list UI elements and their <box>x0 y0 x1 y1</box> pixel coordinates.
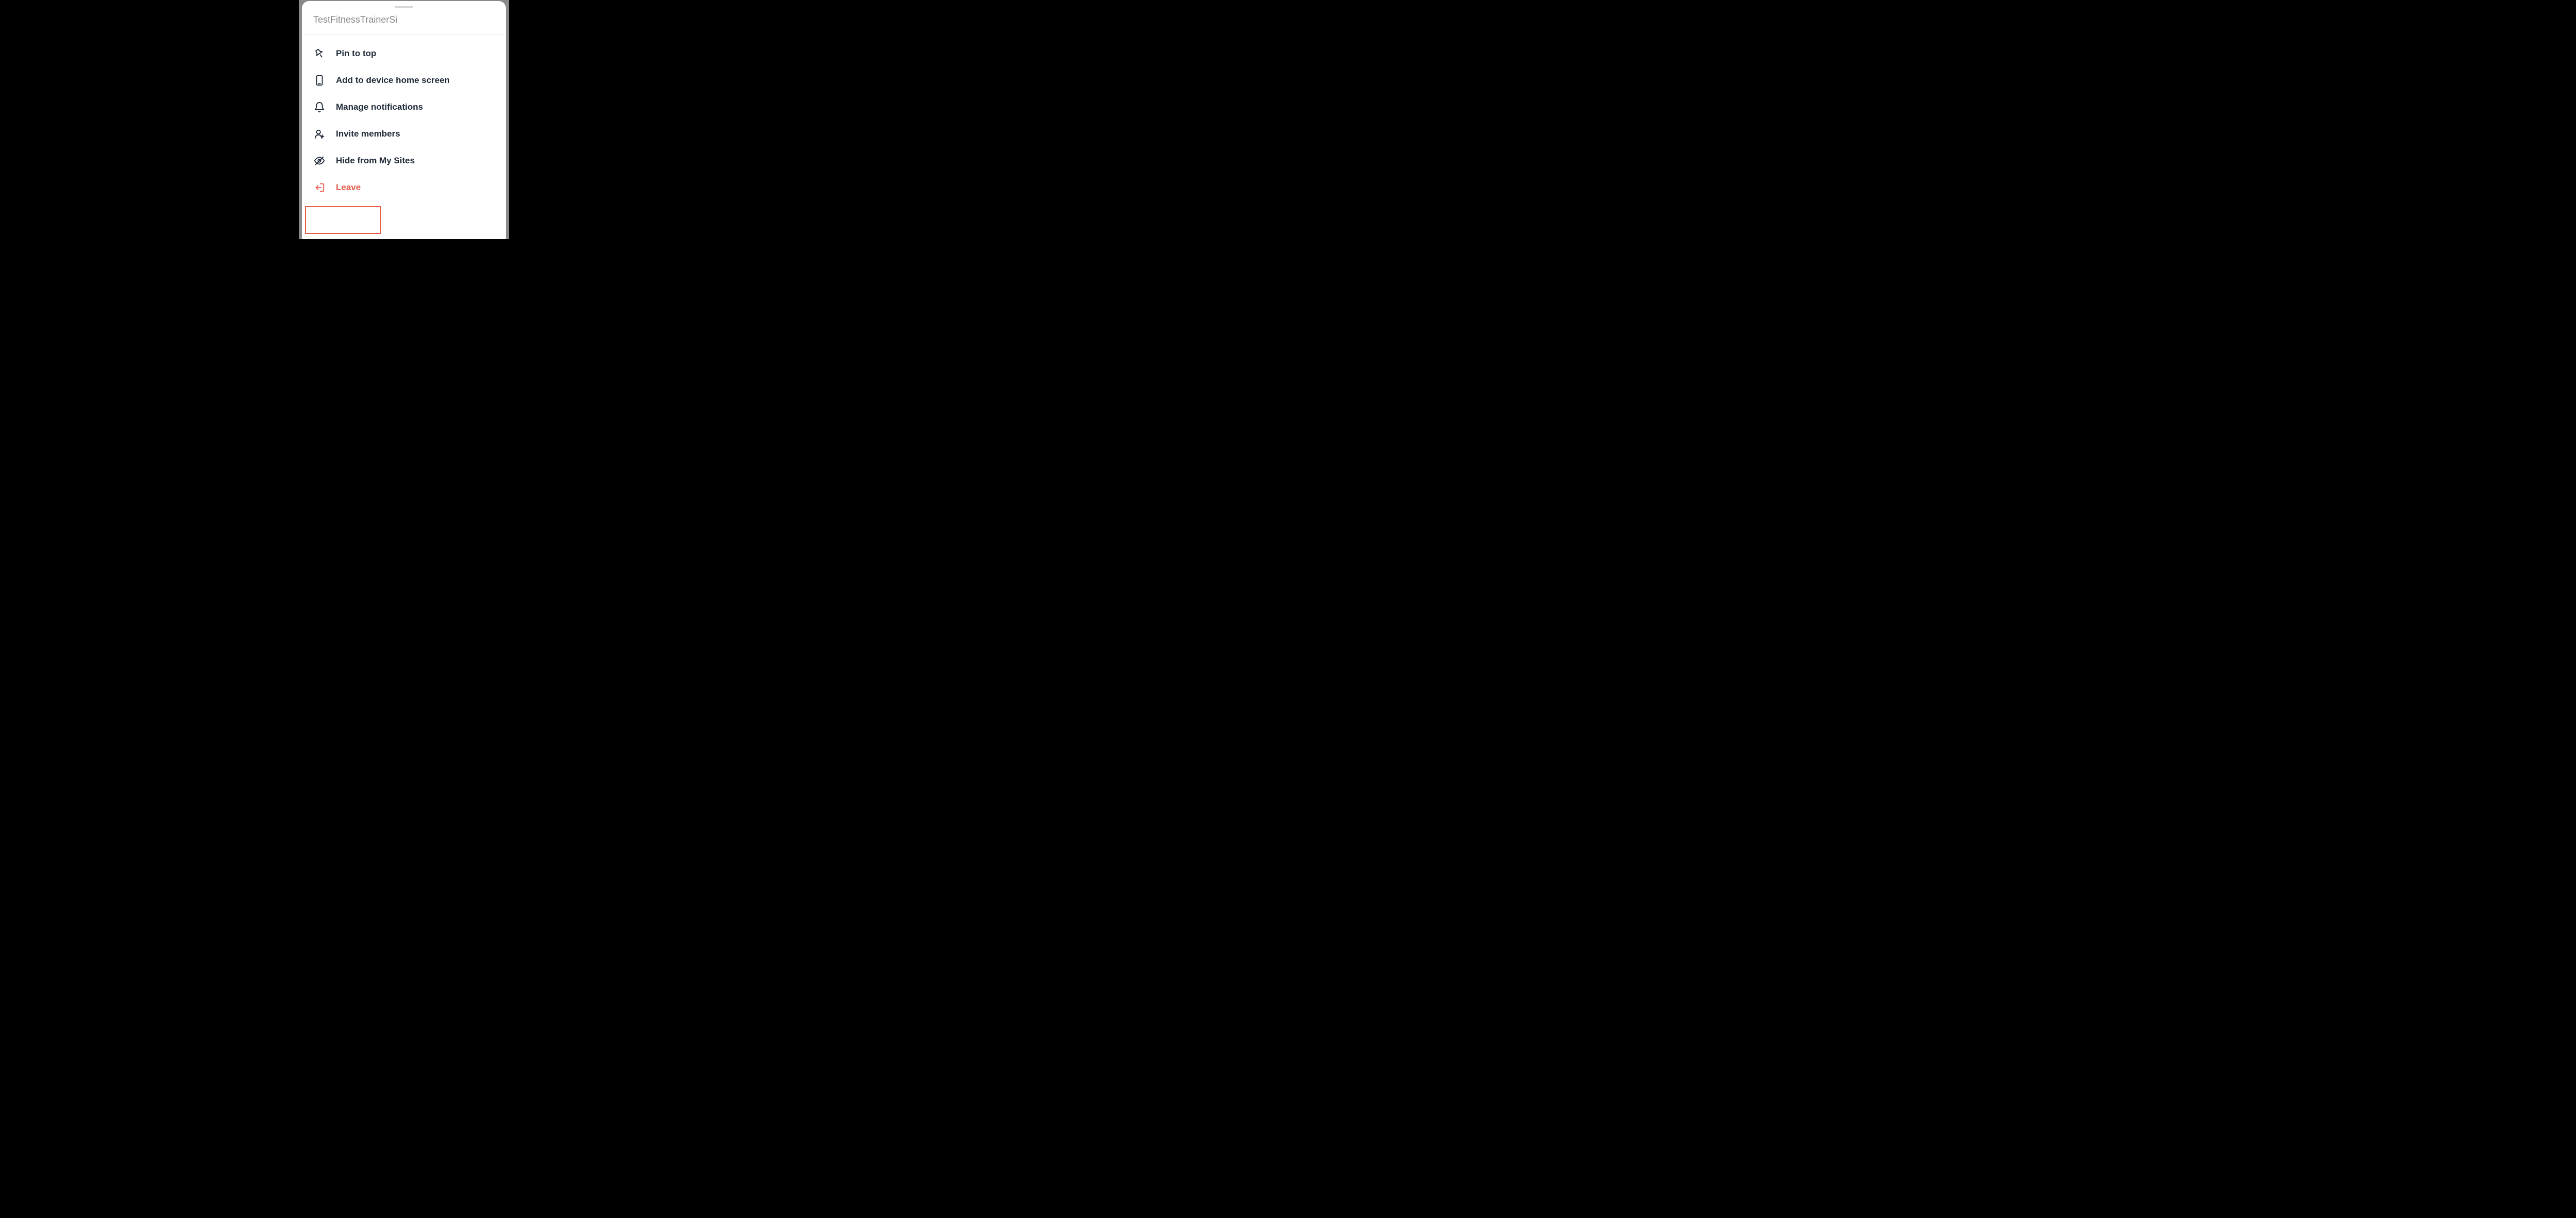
eye-off-icon <box>313 155 326 167</box>
menu-item-hide-from-sites[interactable]: Hide from My Sites <box>302 147 506 174</box>
exit-icon <box>313 181 326 194</box>
bell-icon <box>313 101 326 113</box>
menu-item-pin-to-top[interactable]: Pin to top <box>302 40 506 67</box>
highlight-annotation <box>305 206 381 234</box>
menu-item-label: Leave <box>336 182 361 193</box>
phone-icon <box>313 74 326 87</box>
menu-item-label: Invite members <box>336 129 400 139</box>
modal-title: TestFitnessTrainerSi <box>313 14 495 25</box>
menu-item-manage-notifications[interactable]: Manage notifications <box>302 94 506 121</box>
menu-item-leave[interactable]: Leave <box>302 174 506 201</box>
modal-header: TestFitnessTrainerSi <box>302 8 506 35</box>
action-sheet-modal: TestFitnessTrainerSi Pin to top <box>302 1 506 239</box>
phone-frame: TestFitnessTrainerSi Pin to top <box>299 0 509 239</box>
menu-item-invite-members[interactable]: Invite members <box>302 121 506 147</box>
menu-item-label: Manage notifications <box>336 102 423 112</box>
pin-icon <box>313 47 326 60</box>
person-plus-icon <box>313 128 326 140</box>
menu-list: Pin to top Add to device home screen <box>302 35 506 206</box>
menu-item-label: Add to device home screen <box>336 75 450 86</box>
menu-item-add-home-screen[interactable]: Add to device home screen <box>302 67 506 94</box>
menu-item-label: Hide from My Sites <box>336 156 415 166</box>
menu-item-label: Pin to top <box>336 48 376 59</box>
